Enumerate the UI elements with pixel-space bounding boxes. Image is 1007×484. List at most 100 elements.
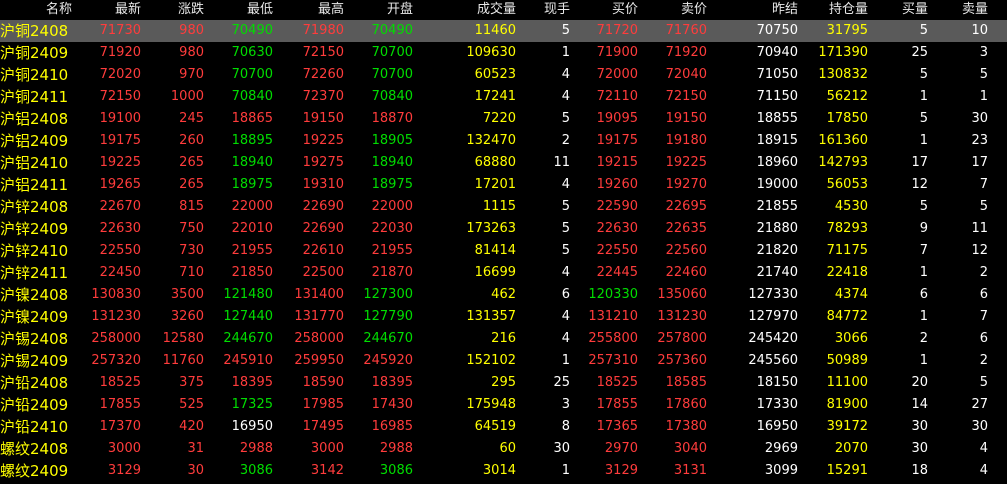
quote-row[interactable]: 沪铝2409 19175 260 18895 19225 18905 132470 2 1917… bbox=[0, 130, 1007, 152]
futures-quote-board: 名称 最新 涨跌 最低 最高 开盘 成交量 现手 买价 卖价 昨结 持仓量 买量 卖量 沪铜2408 717… bbox=[0, 0, 1007, 484]
cell-bid: 22630 bbox=[596, 221, 638, 236]
quote-row[interactable]: 沪锌2410 22550 730 21955 22610 21955 81414 5 22550… bbox=[0, 240, 1007, 262]
quote-row[interactable]: 沪镍2409 131230 3260 127440 131770 127790 131357… bbox=[0, 306, 1007, 328]
cell-cur-vol: 6 bbox=[561, 287, 570, 302]
column-header-volume[interactable]: 成交量 bbox=[416, 0, 516, 20]
cell-change: 12580 bbox=[162, 331, 204, 346]
cell-low: 70840 bbox=[231, 89, 273, 104]
column-header-open-interest[interactable]: 持仓量 bbox=[800, 0, 868, 20]
cell-name: 沪铜2408 bbox=[0, 22, 69, 40]
cell-bid: 18525 bbox=[596, 375, 638, 390]
quote-row[interactable]: 沪锡2409 257320 11760 245910 259950 245920 15210… bbox=[0, 350, 1007, 372]
cell-cur-vol: 30 bbox=[553, 441, 570, 456]
column-header-prev-settle[interactable]: 昨结 bbox=[710, 0, 798, 20]
quote-row[interactable]: 沪铜2408 71730 980 70490 71980 70490 11460 5 71720… bbox=[0, 20, 1007, 42]
cell-cur-vol: 3 bbox=[561, 397, 570, 412]
cell-open: 16985 bbox=[371, 419, 413, 434]
cell-cur-vol: 11 bbox=[553, 155, 570, 170]
cell-open: 70490 bbox=[371, 23, 413, 38]
cell-open-interest: 84772 bbox=[826, 309, 868, 324]
quote-row[interactable]: 沪锌2408 22670 815 22000 22690 22000 1115 5 22590 2… bbox=[0, 196, 1007, 218]
cell-open-interest: 39172 bbox=[826, 419, 868, 434]
cell-low: 18865 bbox=[231, 111, 273, 126]
cell-ask: 17860 bbox=[665, 397, 707, 412]
cell-high: 3142 bbox=[310, 463, 344, 478]
column-header-last[interactable]: 最新 bbox=[75, 0, 141, 20]
cell-volume: 60 bbox=[499, 441, 516, 456]
column-header-high[interactable]: 最高 bbox=[276, 0, 344, 20]
cell-prev-settle: 127970 bbox=[748, 309, 798, 324]
quote-row[interactable]: 沪铝2410 19225 265 18940 19275 18940 68880 11 1921… bbox=[0, 152, 1007, 174]
quote-row[interactable]: 螺纹2408 3000 31 2988 3000 2988 60 30 2970 3040 2969… bbox=[0, 438, 1007, 460]
cell-high: 22610 bbox=[302, 243, 344, 258]
cell-cur-vol: 4 bbox=[561, 331, 570, 346]
cell-open-interest: 71175 bbox=[826, 243, 868, 258]
column-header-cur-vol[interactable]: 现手 bbox=[518, 0, 570, 20]
cell-prev-settle: 21740 bbox=[756, 265, 798, 280]
column-header-bid[interactable]: 买价 bbox=[572, 0, 638, 20]
cell-change: 11760 bbox=[162, 353, 204, 368]
cell-ask: 72040 bbox=[665, 67, 707, 82]
quote-row[interactable]: 沪铜2409 71920 980 70630 72150 70700 109630 1 7190… bbox=[0, 42, 1007, 64]
cell-open: 18975 bbox=[371, 177, 413, 192]
column-header-ask-vol[interactable]: 卖量 bbox=[930, 0, 988, 20]
column-header-low[interactable]: 最低 bbox=[207, 0, 273, 20]
quote-row[interactable]: 沪锌2411 22450 710 21850 22500 21870 16699 4 22445… bbox=[0, 262, 1007, 284]
column-header-name[interactable]: 名称 bbox=[0, 0, 72, 20]
column-header-row: 名称 最新 涨跌 最低 最高 开盘 成交量 现手 买价 卖价 昨结 持仓量 买量 卖量 bbox=[0, 0, 1007, 20]
cell-prev-settle: 245560 bbox=[748, 353, 798, 368]
cell-name: 沪铅2410 bbox=[0, 418, 69, 436]
cell-change: 730 bbox=[179, 243, 204, 258]
cell-last: 19225 bbox=[99, 155, 141, 170]
quote-row[interactable]: 沪铅2409 17855 525 17325 17985 17430 175948 3 1785… bbox=[0, 394, 1007, 416]
quote-row[interactable]: 沪锡2408 258000 12580 244670 258000 244670 216 4 2… bbox=[0, 328, 1007, 350]
cell-open: 18395 bbox=[371, 375, 413, 390]
cell-bid-vol: 30 bbox=[911, 419, 928, 434]
cell-volume: 81414 bbox=[474, 243, 516, 258]
cell-prev-settle: 245420 bbox=[748, 331, 798, 346]
cell-bid: 17855 bbox=[596, 397, 638, 412]
column-header-ask[interactable]: 卖价 bbox=[641, 0, 707, 20]
quote-row[interactable]: 沪锌2409 22630 750 22010 22690 22030 173263 5 2263… bbox=[0, 218, 1007, 240]
quote-row[interactable]: 沪铜2410 72020 970 70700 72260 70700 60523 4 72000… bbox=[0, 64, 1007, 86]
quote-row[interactable]: 沪铅2408 18525 375 18395 18590 18395 295 25 18525 1… bbox=[0, 372, 1007, 394]
cell-low: 22000 bbox=[231, 199, 273, 214]
cell-prev-settle: 2969 bbox=[764, 441, 798, 456]
cell-last: 71730 bbox=[99, 23, 141, 38]
cell-name: 沪铝2408 bbox=[0, 110, 69, 128]
cell-ask: 19270 bbox=[665, 177, 707, 192]
cell-prev-settle: 70940 bbox=[756, 45, 798, 60]
quote-row[interactable]: 沪铅2410 17370 420 16950 17495 16985 64519 8 17365… bbox=[0, 416, 1007, 438]
cell-cur-vol: 5 bbox=[561, 199, 570, 214]
quote-row[interactable]: 螺纹2409 3129 30 3086 3142 3086 3014 1 3129 3131 309… bbox=[0, 460, 1007, 482]
cell-bid: 131210 bbox=[588, 309, 638, 324]
cell-last: 130830 bbox=[91, 287, 141, 302]
cell-name: 沪锌2409 bbox=[0, 220, 69, 238]
cell-ask: 135060 bbox=[657, 287, 707, 302]
quote-row[interactable]: 沪铝2411 19265 265 18975 19310 18975 17201 4 19260… bbox=[0, 174, 1007, 196]
cell-prev-settle: 127330 bbox=[748, 287, 798, 302]
quote-row[interactable]: 沪铜2411 72150 1000 70840 72370 70840 17241 4 7211… bbox=[0, 86, 1007, 108]
cell-last: 17370 bbox=[99, 419, 141, 434]
quote-row[interactable]: 沪铝2408 19100 245 18865 19150 18870 7220 5 19095 1… bbox=[0, 108, 1007, 130]
cell-cur-vol: 5 bbox=[561, 221, 570, 236]
cell-cur-vol: 4 bbox=[561, 177, 570, 192]
cell-bid: 120330 bbox=[588, 287, 638, 302]
quote-row[interactable]: 沪镍2408 130830 3500 121480 131400 127300 462 6 12… bbox=[0, 284, 1007, 306]
cell-volume: 7220 bbox=[482, 111, 516, 126]
column-header-bid-vol[interactable]: 买量 bbox=[870, 0, 928, 20]
cell-bid-vol: 1 bbox=[919, 309, 928, 324]
cell-ask-vol: 1 bbox=[979, 89, 988, 104]
column-header-open[interactable]: 开盘 bbox=[347, 0, 413, 20]
cell-change: 420 bbox=[179, 419, 204, 434]
column-header-change[interactable]: 涨跌 bbox=[144, 0, 204, 20]
cell-ask: 19180 bbox=[665, 133, 707, 148]
cell-high: 259950 bbox=[294, 353, 344, 368]
cell-last: 131230 bbox=[91, 309, 141, 324]
cell-name: 沪锡2409 bbox=[0, 352, 69, 370]
cell-high: 22690 bbox=[302, 221, 344, 236]
cell-high: 17985 bbox=[302, 397, 344, 412]
cell-ask-vol: 27 bbox=[971, 397, 988, 412]
cell-ask-vol: 5 bbox=[979, 375, 988, 390]
cell-ask-vol: 6 bbox=[979, 287, 988, 302]
